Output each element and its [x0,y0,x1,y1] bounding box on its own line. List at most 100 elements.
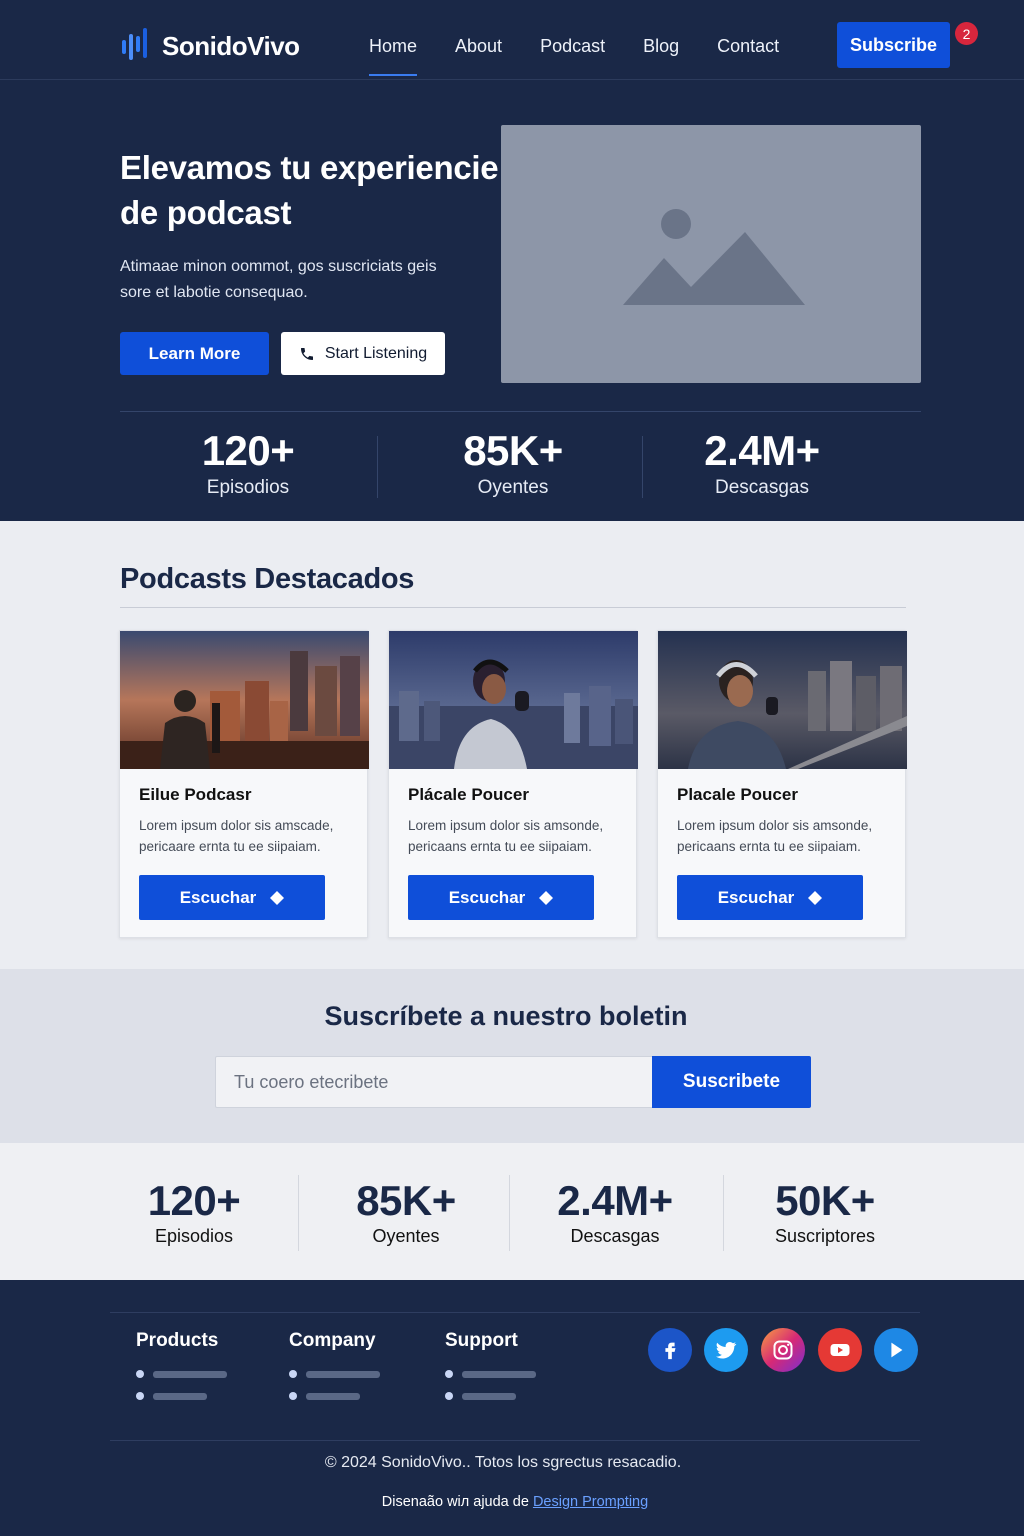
footer: Products Company Support © 2024 SonidoVi… [0,1280,1024,1536]
featured-podcasts-section: Podcasts Destacados Eilue Podcasr Lorem … [0,521,1024,969]
notification-badge[interactable]: 2 [955,22,978,45]
hero-stat-episodes: 120+ Episodios [188,426,308,500]
stat-episodes: 120+ Episodios [128,1177,260,1247]
podcast-card-title: Placale Poucer [677,785,798,804]
podcast-card[interactable]: Plácale Poucer Lorem ipsum dolor sis ams… [388,630,638,938]
stat-label: Descasgas [570,1226,660,1246]
nav-link-podcast[interactable]: Podcast [521,0,624,80]
stat-divider [723,1175,724,1251]
podcast-cover-image [389,631,638,769]
newsletter-section: Suscríbete a nuestro boletin Suscribete [0,969,1024,1143]
section-title: Podcasts Destacados [120,563,415,595]
podcast-card[interactable]: Eilue Podcasr Lorem ipsum dolor sis amsc… [119,630,369,938]
brand-logo[interactable]: SonidoVivo [120,28,300,64]
diamond-icon [539,890,554,905]
hero-title: Elevamos tu experiencie de podcast [120,149,499,231]
footer-column-title: Support [445,1330,518,1351]
podcast-card-description: Lorem ipsum dolor sis amsonde, pericaans… [408,818,604,854]
newsletter-subscribe-button[interactable]: Suscribete [652,1056,811,1108]
listen-button[interactable]: Escuchar [677,875,863,920]
footer-link[interactable] [289,1370,380,1378]
listen-button-label: Escuchar [717,887,795,907]
sound-wave-icon [120,28,152,64]
learn-more-button[interactable]: Learn More [120,332,269,375]
footer-column-company: Company [289,1330,380,1400]
nav-link-blog[interactable]: Blog [624,0,698,80]
stat-label: Suscriptores [774,1226,876,1246]
footer-link[interactable] [445,1392,536,1400]
listen-button[interactable]: Escuchar [408,875,594,920]
hero-image-placeholder [501,125,921,383]
stat-label: Oyentes [372,1226,440,1246]
footer-link[interactable] [289,1392,380,1400]
stat-value: 85K+ [356,1177,456,1224]
copyright-text: © 2024 SonidoVivo.. Totos los sgrectus r… [324,1454,682,1471]
podcast-card-title: Plácale Poucer [408,785,529,804]
section-divider [120,607,906,608]
newsletter-title: Suscríbete a nuestro boletin [324,1001,688,1031]
footer-link[interactable] [445,1370,536,1378]
stat-subscribers: 50K+ Suscriptores [755,1177,895,1247]
start-listening-button[interactable]: Start Listening [281,332,445,375]
podcast-card-title: Eilue Podcasr [139,785,252,804]
start-listening-label: Start Listening [324,344,428,362]
footer-column-title: Products [136,1330,219,1351]
play-icon[interactable] [874,1328,918,1372]
phone-icon [300,347,313,360]
stat-value: 120+ [201,427,295,474]
hero-stat-listeners: 85K+ Oyentes [453,426,573,500]
top-navbar: SonidoVivo Home About Podcast Blog Conta… [0,0,1024,80]
nav-link-home[interactable]: Home [350,0,436,80]
stats-band: 120+ Episodios 85K+ Oyentes 2.4M+ Descas… [0,1143,1024,1280]
footer-divider [110,1440,920,1441]
nav-links: Home About Podcast Blog Contact [350,0,798,80]
podcast-card[interactable]: Placale Poucer Lorem ipsum dolor sis ams… [657,630,907,938]
credit-text: Disenaão wiл ajuda de Design Prompting [0,1494,1024,1510]
hero-divider [120,411,921,412]
youtube-icon[interactable] [818,1328,862,1372]
stat-value: 2.4M+ [704,427,820,474]
stat-value: 2.4M+ [557,1177,673,1224]
stat-label: Episodios [154,1226,234,1246]
stat-label: Episodios [206,477,290,498]
footer-column-support: Support [445,1330,536,1400]
stat-listeners: 85K+ Oyentes [338,1177,474,1247]
design-prompting-link[interactable]: Design Prompting [533,1494,648,1510]
nav-link-about[interactable]: About [436,0,521,80]
stat-label: Descasgas [715,477,809,498]
hero-stat-downloads: 2.4M+ Descasgas [692,426,832,500]
hero-description: Atimaae minon oommot, gos suscriciats ge… [120,258,437,301]
facebook-icon[interactable] [648,1328,692,1372]
footer-link[interactable] [136,1392,227,1400]
newsletter-email-input[interactable] [215,1056,652,1108]
podcast-cover-image [120,631,369,769]
stat-value: 85K+ [463,427,563,474]
podcast-card-description: Lorem ipsum dolor sis amsonde, pericaans… [677,818,873,854]
credit-prefix: Disenaão wiл ajuda de [381,1494,533,1510]
footer-column-products: Products [136,1330,227,1400]
podcast-cover-image [658,631,907,769]
stat-value: 50K+ [775,1177,875,1224]
stat-divider [298,1175,299,1251]
brand-name: SonidoVivo [162,30,300,61]
stat-divider [377,436,378,498]
stat-downloads: 2.4M+ Descasgas [537,1177,693,1247]
diamond-icon [808,890,823,905]
stat-divider [509,1175,510,1251]
image-placeholder-icon [623,209,805,305]
nav-link-contact[interactable]: Contact [698,0,798,80]
footer-divider [110,1312,920,1313]
diamond-icon [270,890,285,905]
stat-label: Oyentes [477,477,549,498]
listen-button-label: Escuchar [448,887,526,907]
footer-column-title: Company [289,1330,376,1351]
subscribe-button[interactable]: Subscribe [837,22,950,68]
podcast-card-description: Lorem ipsum dolor sis amscade, pericaare… [139,818,334,854]
twitter-icon[interactable] [704,1328,748,1372]
footer-link[interactable] [136,1370,227,1378]
listen-button[interactable]: Escuchar [139,875,325,920]
stat-divider [642,436,643,498]
listen-button-label: Escuchar [179,887,257,907]
stat-value: 120+ [147,1177,241,1224]
instagram-icon[interactable] [761,1328,805,1372]
